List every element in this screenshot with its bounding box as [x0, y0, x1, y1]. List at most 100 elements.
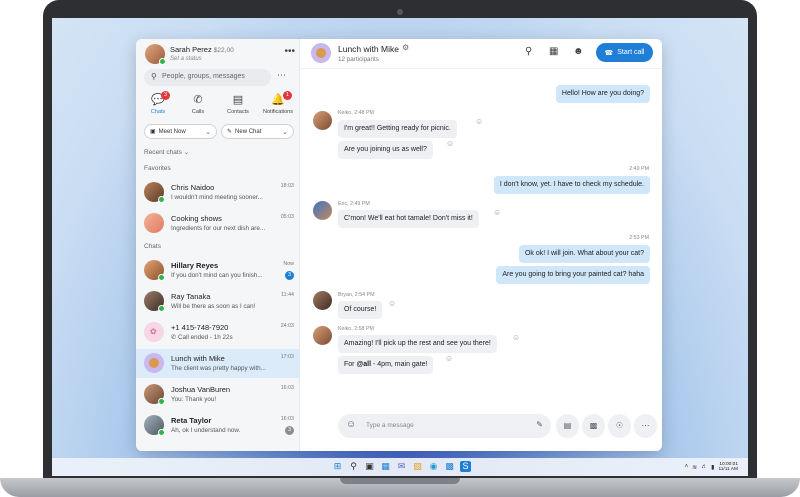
chat-item[interactable]: ✿ +1 415-748-7920 ✆ Call ended - 1h 22s … — [136, 318, 300, 347]
chat-time: 16:03 — [280, 416, 294, 422]
message-composer[interactable]: ☺ Type a message ✎ — [338, 414, 551, 438]
new-chat-button[interactable]: ✎ New Chat ⌄ — [221, 124, 294, 139]
chat-item[interactable]: Ray Tanaka Will be there as soon as I ca… — [136, 287, 300, 316]
widgets-icon[interactable]: ▦ — [380, 461, 391, 472]
chevron-up-icon[interactable]: ˄ — [685, 464, 689, 470]
dialpad-icon[interactable]: ⋯ — [277, 70, 286, 81]
chevron-down-icon[interactable]: ⌄ — [205, 128, 211, 136]
avatar[interactable] — [313, 201, 332, 220]
message-incoming[interactable]: Amazing! I'll pick up the rest and see y… — [338, 335, 497, 353]
start-call-button[interactable]: ☎ Start call — [596, 43, 653, 62]
chat-name: Ray Tanaka — [171, 292, 211, 301]
call-icon: ☎ — [604, 49, 614, 57]
message-outgoing[interactable]: Are you going to bring your painted cat?… — [496, 266, 650, 284]
message-outgoing[interactable]: I don't know, yet. I have to check my sc… — [493, 176, 650, 194]
edge-icon[interactable]: ◉ — [428, 461, 439, 472]
message-input[interactable]: Type a message — [366, 422, 414, 429]
task-view-icon[interactable]: ▣ — [364, 461, 375, 472]
add-reaction-icon[interactable]: ☺ — [446, 139, 454, 148]
recent-chats-dropdown[interactable]: Recent chats ⌄ — [144, 148, 189, 156]
battery-icon[interactable]: ▮ — [711, 464, 714, 471]
tab-label: Calls — [191, 109, 205, 115]
cookie-icon — [149, 358, 159, 368]
chat-item-active[interactable]: Lunch with Mike The client was pretty ha… — [136, 349, 300, 378]
mention-all[interactable]: @all — [356, 361, 371, 368]
add-reaction-icon[interactable]: ☺ — [512, 333, 520, 342]
attach-file-button[interactable]: ▤ — [556, 414, 579, 438]
tab-calls[interactable]: ✆ Calls — [179, 93, 217, 121]
microphone-icon: ☉ — [615, 421, 624, 430]
message-outgoing[interactable]: Hello! How are you doing? — [555, 85, 650, 103]
tab-chats[interactable]: 💬 Chats 3 — [139, 91, 177, 121]
flower-avatar: ✿ — [144, 322, 164, 342]
emoji-icon[interactable]: ☺ — [346, 419, 356, 430]
message-incoming[interactable]: For @all - 4pm, main gate! — [338, 356, 434, 374]
avatar — [144, 384, 165, 405]
search-icon[interactable]: ⚲ — [525, 46, 532, 57]
message-incoming[interactable]: I'm great!! Getting ready for picnic. — [338, 120, 457, 138]
wifi-icon[interactable]: ≋ — [692, 464, 697, 471]
call-ended-icon: ✆ — [171, 334, 177, 341]
new-chat-label: New Chat — [235, 128, 262, 135]
add-reaction-icon[interactable]: ☺ — [445, 354, 453, 363]
nav-tabs: 💬 Chats 3 ✆ Calls ▤ Contacts 🔔 Notificat… — [136, 91, 300, 121]
format-text-icon[interactable]: ✎ — [536, 420, 543, 429]
volume-icon[interactable]: ♬ — [701, 464, 707, 470]
avatar[interactable] — [313, 291, 332, 310]
tab-label: Notifications — [263, 109, 293, 115]
chat-item[interactable]: Reta Taylor Ah, ok I understand now. 16:… — [136, 411, 300, 440]
gallery-icon[interactable]: ▦ — [549, 46, 558, 57]
profile-status[interactable]: Set a status — [170, 56, 202, 62]
notification-badge: 1 — [283, 91, 292, 100]
chat-name: Hillary Reyes — [171, 261, 219, 270]
avatar[interactable] — [313, 326, 332, 345]
message-outgoing[interactable]: Ok ok! I will join. What about your cat? — [518, 245, 650, 263]
chevron-down-icon[interactable]: ⌄ — [282, 128, 288, 136]
skype-icon[interactable]: S — [460, 461, 471, 472]
voice-message-button[interactable]: ☉ — [608, 414, 631, 438]
chat-preview: The client was pretty happy with... — [171, 365, 266, 372]
group-avatar[interactable] — [311, 43, 331, 63]
presence-indicator — [158, 274, 165, 281]
store-icon[interactable]: ▩ — [444, 461, 455, 472]
tab-notifications[interactable]: 🔔 Notifications 1 — [259, 91, 297, 121]
search-box[interactable]: ⚲ People, groups, messages — [144, 69, 271, 86]
profile-header[interactable]: Sarah Perez $22,00 Set a status ••• — [145, 43, 295, 67]
avatar[interactable] — [313, 111, 332, 130]
file-explorer-icon[interactable]: ▧ — [412, 461, 423, 472]
favorites-heading: Favorites — [144, 165, 171, 172]
group-settings-icon[interactable]: ⚙ — [402, 43, 409, 52]
add-reaction-icon[interactable]: ☺ — [493, 208, 501, 217]
conversation-title[interactable]: Lunch with Mike — [338, 44, 399, 54]
windows-start-icon[interactable]: ⊞ — [332, 461, 343, 472]
add-reaction-icon[interactable]: ☺ — [475, 117, 483, 126]
message-incoming[interactable]: C'mon! We'll eat hot tamale! Don't miss … — [338, 210, 479, 228]
chat-item[interactable]: Hillary Reyes If you don't mind can you … — [136, 256, 300, 285]
chat-time: 24:03 — [280, 323, 294, 329]
chat-item[interactable]: Joshua VanBuren You: Thank you! 16:03 — [136, 380, 300, 409]
chat-item[interactable]: Chris Naidoo I wouldn't mind meeting soo… — [136, 178, 300, 207]
message-incoming[interactable]: Are you joining us as well? — [338, 141, 433, 159]
flower-icon: ✿ — [150, 327, 157, 336]
search-input[interactable]: People, groups, messages — [162, 73, 245, 80]
chevron-down-icon: ⌄ — [183, 149, 190, 156]
message-text-after: - 4pm, main gate! — [371, 361, 428, 368]
meet-now-label: Meet Now — [158, 128, 186, 135]
search-icon[interactable]: ⚲ — [348, 461, 359, 472]
tab-contacts[interactable]: ▤ Contacts — [219, 93, 257, 121]
chat-item[interactable]: Cooking shows Ingredients for our next d… — [136, 209, 300, 238]
more-options-button[interactable]: ⋯ — [634, 414, 657, 438]
add-reaction-icon[interactable]: ☺ — [388, 299, 396, 308]
clock[interactable]: 10:00:01 11/11 AM — [718, 462, 738, 472]
message-incoming[interactable]: Of course! — [338, 301, 383, 319]
add-people-icon[interactable]: ☻ — [573, 46, 584, 57]
chat-time: 18:03 — [280, 183, 294, 189]
participants-count[interactable]: 12 participants — [338, 56, 379, 63]
teams-chat-icon[interactable]: ✉ — [396, 461, 407, 472]
more-options-icon[interactable]: ••• — [284, 46, 295, 57]
meet-now-button[interactable]: ▣ Meet Now ⌄ — [144, 124, 217, 139]
media-button[interactable]: ▩ — [582, 414, 605, 438]
message-time: 2:53 PM — [629, 235, 649, 241]
profile-avatar[interactable] — [145, 44, 166, 65]
chat-time: 16:03 — [280, 385, 294, 391]
